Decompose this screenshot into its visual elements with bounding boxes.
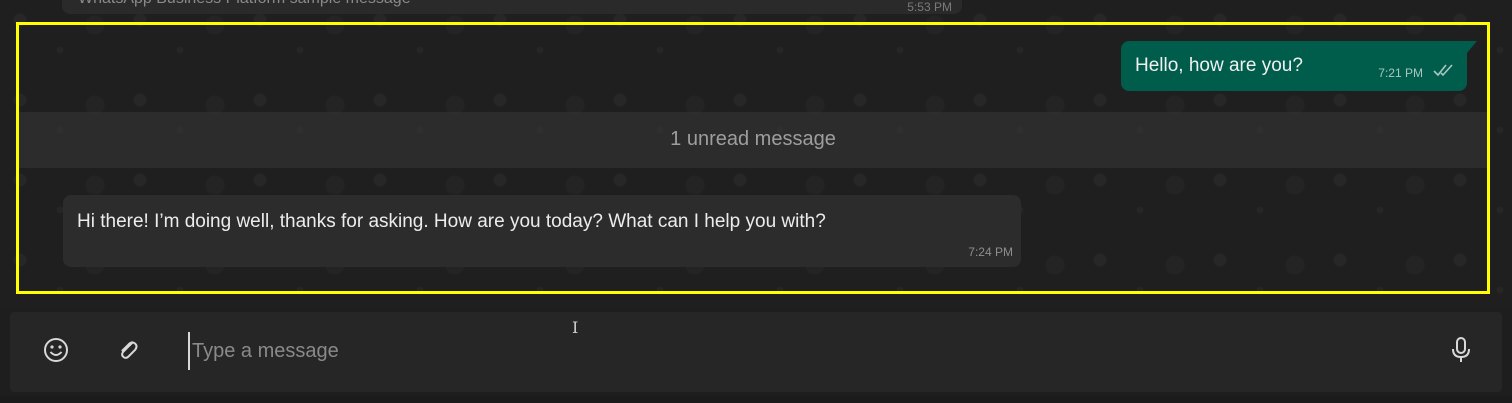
message-input[interactable]	[188, 332, 1394, 370]
previous-message-bubble[interactable]: WhatsApp Business Platform sample messag…	[62, 0, 962, 14]
incoming-message-text: Hi there! I’m doing well, thanks for ask…	[77, 211, 826, 232]
unread-divider: 1 unread message	[19, 112, 1487, 168]
previous-message-time: 5:53 PM	[907, 0, 952, 14]
bottom-edge	[0, 396, 1512, 403]
unread-divider-label: 1 unread message	[670, 128, 836, 150]
microphone-button[interactable]	[1443, 332, 1479, 368]
mouse-text-cursor: I	[572, 318, 579, 337]
bubble-tail	[1467, 41, 1477, 53]
emoji-icon	[44, 338, 68, 362]
chat-window: WhatsApp Business Platform sample messag…	[0, 0, 1512, 403]
emoji-button[interactable]	[38, 332, 74, 368]
message-composer	[10, 312, 1502, 392]
outgoing-message-time: 7:21 PM	[1378, 66, 1423, 80]
microphone-icon	[1452, 337, 1470, 362]
attach-button[interactable]	[110, 332, 146, 368]
incoming-message-time: 7:24 PM	[968, 245, 1013, 259]
paperclip-icon	[121, 341, 138, 359]
outgoing-message-bubble[interactable]: Hello, how are you? 7:21 PM	[1121, 41, 1477, 91]
outgoing-message-text: Hello, how are you?	[1135, 55, 1303, 76]
incoming-message-bubble[interactable]: Hi there! I’m doing well, thanks for ask…	[63, 195, 1021, 267]
previous-message-text: WhatsApp Business Platform sample messag…	[78, 0, 411, 8]
double-check-icon	[1433, 64, 1453, 77]
chat-message-area[interactable]: WhatsApp Business Platform sample messag…	[0, 0, 1512, 308]
